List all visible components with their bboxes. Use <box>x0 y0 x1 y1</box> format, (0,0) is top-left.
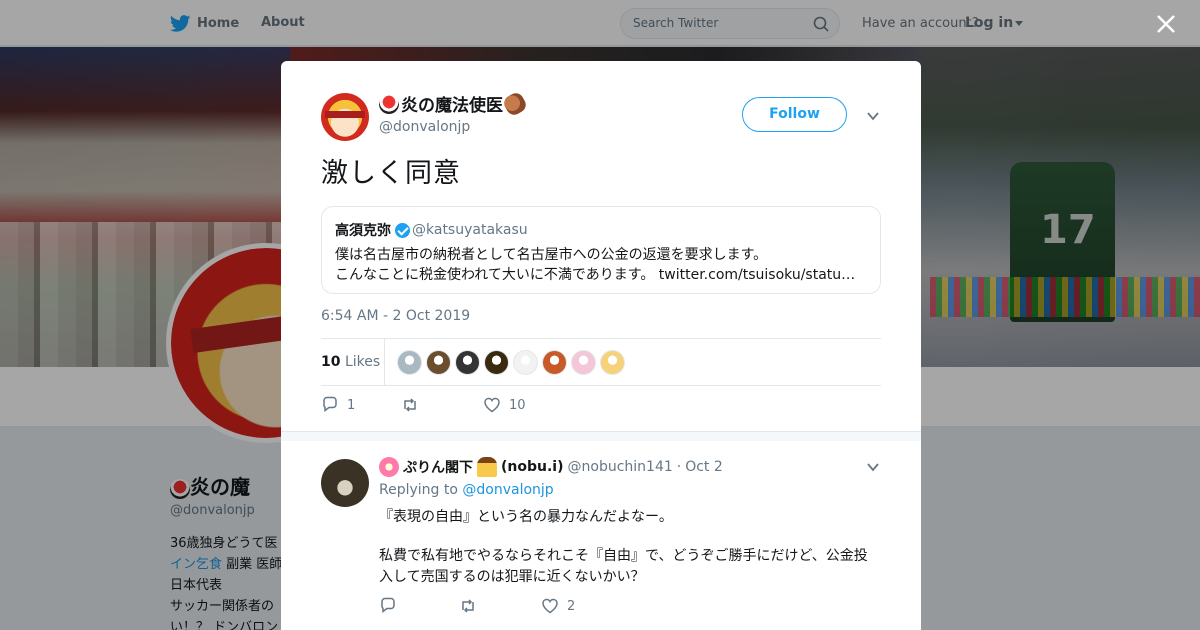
liker-avatar[interactable] <box>397 350 422 375</box>
avatar-headband <box>325 111 365 118</box>
liker-avatar[interactable] <box>426 350 451 375</box>
reply-author-name[interactable]: ぷりん閣下 <box>403 457 473 477</box>
meat-emoji-icon <box>501 89 529 118</box>
reply-text-paragraph: 私費で私有地でやるならそれこそ『自由』で、どうぞご勝手にだけど、公金投入して売国… <box>379 548 868 585</box>
reply-text-line: 『表現の自由』という名の暴力なんだよなー。 <box>379 509 673 525</box>
liker-avatar[interactable] <box>542 350 567 375</box>
author-name-text: 炎の魔法使医 <box>401 96 503 116</box>
retweet-icon <box>462 599 474 613</box>
heart-icon <box>484 397 500 413</box>
tweet-text: 激しく同意 <box>321 158 461 189</box>
reply-icon <box>381 597 395 613</box>
like-count: 10 <box>509 397 526 413</box>
likes-stat[interactable]: 10 Likes <box>321 354 380 370</box>
reply-button[interactable] <box>379 597 405 615</box>
quoted-author-handle: @katsuyatakasu <box>412 222 528 238</box>
chevron-down-icon[interactable] <box>866 460 880 474</box>
retweet-button[interactable] <box>401 396 427 414</box>
quoted-tweet-card[interactable]: 高須克弥 @katsuyatakasu 僕は名古屋市の納税者として名古屋市への公… <box>321 206 881 294</box>
like-count: 2 <box>567 598 576 614</box>
dot-separator: · <box>676 459 682 475</box>
replying-to-label: Replying to <box>379 482 458 498</box>
tweet-modal: 炎の魔法使医 @donvalonjp Follow 激しく同意 高須克弥 @ka… <box>281 61 921 630</box>
quoted-author-name: 高須克弥 <box>335 220 410 240</box>
tweet-actions: 1 10 <box>321 396 881 418</box>
liker-avatar[interactable] <box>600 350 625 375</box>
stats-divider <box>384 339 385 385</box>
pudding-emoji-icon <box>477 457 497 477</box>
replies-separator <box>281 431 921 441</box>
retweet-icon <box>404 398 416 412</box>
reply-count: 1 <box>347 397 356 413</box>
flower-emoji-icon <box>379 457 399 477</box>
verified-badge-icon <box>395 222 410 238</box>
replying-to-handle[interactable]: @donvalonjp <box>462 482 553 498</box>
follow-button[interactable]: Follow <box>742 97 847 132</box>
reply-author-handle[interactable]: @nobuchin141 <box>568 459 673 475</box>
reply-author-name-suffix[interactable]: (nobu.i) <box>501 459 564 475</box>
quoted-text-line: 僕は名古屋市の納税者として名古屋市への公金の返還を要求します。 <box>335 247 768 263</box>
author-name[interactable]: 炎の魔法使医 <box>379 89 529 118</box>
like-button[interactable]: 2 <box>541 597 575 615</box>
reply-button[interactable]: 1 <box>321 396 355 414</box>
quoted-author-name-text: 高須克弥 <box>335 223 391 239</box>
sushi-emoji-icon <box>379 93 399 114</box>
liker-avatar[interactable] <box>513 350 538 375</box>
reply-author-avatar[interactable] <box>321 459 369 507</box>
liker-avatar[interactable] <box>571 350 596 375</box>
like-button[interactable]: 10 <box>483 396 526 414</box>
heart-icon <box>542 598 558 614</box>
reply-date[interactable]: Oct 2 <box>685 459 723 475</box>
reply-header: ぷりん閣下 (nobu.i) @nobuchin141 · Oct 2 <box>379 457 723 477</box>
author-avatar[interactable] <box>321 93 369 141</box>
author-handle[interactable]: @donvalonjp <box>379 119 470 135</box>
tweet-timestamp: 6:54 AM - 2 Oct 2019 <box>321 308 471 324</box>
liker-avatar[interactable] <box>484 350 509 375</box>
likes-stat-label: Likes <box>344 354 381 370</box>
tweet-stats-row: 10 Likes <box>321 338 881 386</box>
close-icon[interactable] <box>1154 12 1178 36</box>
chevron-down-icon[interactable] <box>866 109 880 123</box>
liker-avatar[interactable] <box>455 350 480 375</box>
reply-tweet[interactable]: ぷりん閣下 (nobu.i) @nobuchin141 · Oct 2 Repl… <box>281 442 921 630</box>
quoted-text-line: こんなことに税金使われて大いに不満であります。 twitter.com/tsui… <box>335 267 856 283</box>
retweet-button[interactable] <box>459 597 485 615</box>
reply-actions: 2 <box>379 597 779 619</box>
reply-icon <box>323 396 337 412</box>
likes-stat-count: 10 <box>321 354 341 370</box>
replying-to: Replying to @donvalonjp <box>379 482 554 498</box>
